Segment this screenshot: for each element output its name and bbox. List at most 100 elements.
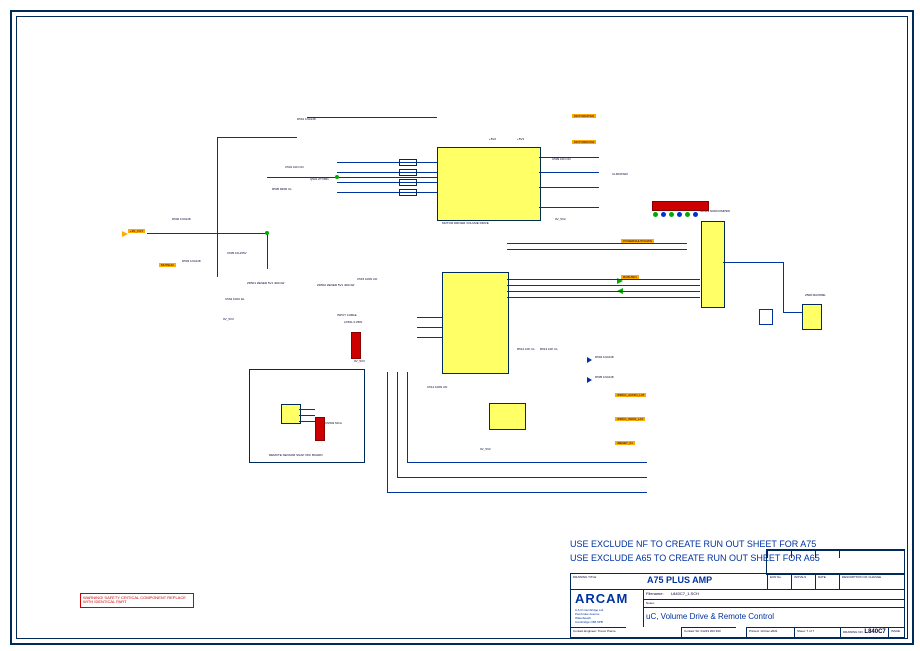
gnd-2: 0V_5V3 (354, 359, 365, 363)
label-c515: C515 100N CD (357, 277, 377, 281)
wire (507, 243, 687, 244)
safety-warning: WARNING! SAFETY CRITICAL COMPONENT REPLA… (80, 593, 194, 608)
gnd-4: 0V_5V2 (555, 217, 566, 221)
tb-sheet: Sheet: 7 of 7 (794, 627, 840, 637)
pin-dot-2 (661, 212, 666, 217)
tb-drawingno: DRAWING NO. L840C7 (840, 627, 888, 637)
label-input-cable: INPUT CABLE (337, 313, 357, 317)
tb-drawing-title: A75 PLUS AMP (647, 575, 712, 585)
wire (337, 182, 437, 183)
rev-grid (766, 549, 905, 575)
label-zd501: ZD501 ZENER 5V1 400mW (247, 281, 284, 285)
tb-drawing-title-label: DRAWING TITLE (571, 574, 643, 589)
pin-dot-4 (677, 212, 682, 217)
label-zd502: ZD502 ZENER 5V1 400mW (317, 283, 354, 287)
wire (267, 233, 268, 269)
label-r513: R513 10K CL (540, 347, 558, 351)
chip-mcu (442, 272, 509, 374)
note-line1: USE EXCLUDE NF TO CREATE RUN OUT SHEET F… (570, 539, 816, 549)
label-c501: C501 10N CD (285, 165, 304, 169)
label-d503: D503 1N4148 (182, 259, 201, 263)
pin-dot-5 (685, 212, 690, 217)
wire (407, 462, 647, 463)
cn502-pads (315, 417, 325, 441)
wire (539, 172, 599, 173)
tb-contacttel: Contact Tel: 01223 203 200 (681, 627, 736, 637)
wire (407, 372, 408, 462)
wire (539, 187, 599, 188)
wire (307, 117, 437, 118)
remote-sensor-board (249, 369, 365, 463)
pin-dot-6 (693, 212, 698, 217)
net-muteuc: MUTEUC (159, 263, 176, 267)
rev-c1 (767, 550, 791, 558)
brand-logo: ARCAM (575, 591, 643, 606)
diode-d505 (587, 377, 592, 383)
wire (783, 312, 802, 313)
tb-notes-label: Notes: (646, 601, 655, 605)
tb-contacteng-label: Contact Engineer: Trevor Pierce (571, 627, 626, 637)
wire (417, 327, 442, 328)
tb-page-title-cell: uC, Volume Drive & Remote Control (643, 607, 904, 627)
tb-rev-desc: DESCRIPTION OF CHANGE (839, 574, 904, 589)
net-proc-audin: /PROC_AUDIN_LAT (615, 393, 646, 397)
gnd-3: 0V_5V2 (480, 447, 491, 451)
drawing-sheet: MOTOR DRIVER VOLUME DRIVE SK501 NORCOMP9… (10, 10, 914, 645)
wire (783, 262, 784, 312)
wire (723, 262, 783, 263)
wire (507, 279, 700, 280)
label-c509: C509 10N CD (552, 157, 571, 161)
label-c514: C514 100N CD (427, 385, 447, 389)
rev-c2 (791, 550, 815, 558)
wire (337, 192, 437, 193)
vcc-1: +5V2 (489, 137, 496, 141)
rev-c3 (815, 550, 839, 558)
net-motorup: MOTORUPSW (572, 114, 596, 118)
tb-rev-initials: INITIALS (791, 574, 815, 589)
header-pads (652, 201, 709, 211)
chip-sk501 (701, 221, 725, 308)
chip-z503 (281, 404, 301, 424)
gnd-1: 0V_5V3 (223, 317, 234, 321)
diode-d504 (587, 357, 592, 363)
pin-dot-3 (669, 212, 674, 217)
wire (337, 162, 437, 163)
wire (267, 177, 437, 178)
label-d502: D502 1N4148 (172, 217, 191, 221)
label-c505: C505 10U/25V (227, 251, 247, 255)
rev-c4 (839, 550, 904, 558)
pin-dot-1 (653, 212, 658, 217)
wire (299, 415, 315, 416)
tb-printed: Printed: 13-Dec-2001 (746, 627, 794, 637)
r506-body (399, 159, 417, 166)
wire (507, 291, 700, 292)
tb-rev-ecn: ECN No. (767, 574, 791, 589)
label-d501: D501 1N4148 (297, 117, 316, 121)
tb-filename-label: Filename: (646, 591, 664, 596)
tb-issue: ISSUE (888, 627, 904, 637)
wire (417, 337, 442, 338)
junction (335, 175, 339, 179)
wire (539, 207, 599, 208)
wire (397, 477, 647, 478)
port-9vfilt: +9V_FILT (128, 229, 145, 233)
label-r505: R505 820R CL (272, 187, 292, 191)
wire (217, 137, 218, 277)
chip-max809 (802, 304, 822, 330)
wire (507, 297, 700, 298)
wire (507, 285, 700, 286)
label-motor-driver: MOTOR DRIVER VOLUME DRIVE (442, 221, 489, 225)
junction (265, 231, 269, 235)
chip-eeprom (489, 403, 526, 430)
net-motordn: MOTORDNSW (572, 140, 596, 144)
wire (217, 137, 297, 138)
net-clmofs: CLMOFS00 (612, 172, 628, 176)
cap-c516 (759, 309, 773, 325)
label-d504: D504 1N4148 (595, 355, 614, 359)
company-address: A & R Cambridge Ltd. Pembroke Avenue Wat… (575, 608, 643, 624)
drawing-inner-border: MOTOR DRIVER VOLUME DRIVE SK501 NORCOMP9… (16, 16, 908, 639)
wire (417, 317, 442, 318)
lk501-pads (351, 332, 361, 359)
label-remote-board: REMOTE SENSOR SNAP OFF BOARD (269, 453, 323, 457)
vcc-2: +5V3 (517, 137, 524, 141)
